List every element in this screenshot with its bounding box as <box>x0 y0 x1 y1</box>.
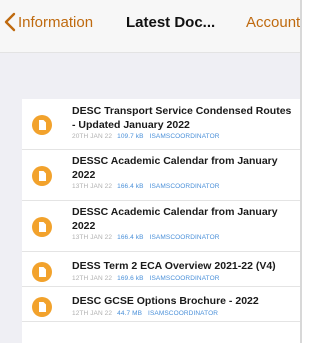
document-title: DESSC Academic Calendar from January 202… <box>72 155 278 181</box>
back-label: Information <box>18 13 94 31</box>
document-size: 166.4 kB <box>117 183 144 190</box>
document-meta: 12TH JAN 22 169.6 kB ISAMSCOORDINATOR <box>72 275 294 282</box>
document-date: 12TH JAN 22 <box>72 309 113 317</box>
chevron-left-icon <box>4 12 16 32</box>
list-item[interactable]: DESSC Academic Calendar from January 202… <box>22 150 300 201</box>
document-author: ISAMSCOORDINATOR <box>149 133 220 140</box>
list-item[interactable]: DESC Transport Service Condensed Routes … <box>22 99 300 150</box>
document-author: ISAMSCOORDINATOR <box>149 234 220 241</box>
document-author: ISAMSCOORDINATOR <box>149 183 220 190</box>
list-item[interactable]: DESS Term 2 ECA Overview 2021-22 (V4) 12… <box>22 252 300 287</box>
document-icon <box>32 115 52 135</box>
document-author: ISAMSCOORDINATOR <box>149 274 220 282</box>
document-size: 109.7 kB <box>117 133 144 140</box>
account-button[interactable]: Account <box>246 14 300 31</box>
document-size: 44.7 MB <box>117 309 143 317</box>
document-icon <box>32 217 52 237</box>
document-title: DESSC Academic Calendar from January 202… <box>72 206 278 232</box>
document-icon <box>32 262 52 282</box>
document-author: ISAMSCOORDINATOR <box>148 309 219 317</box>
document-title: DESC GCSE Options Brochure - 2022 <box>72 295 259 307</box>
document-list: DESC Transport Service Condensed Routes … <box>22 99 300 343</box>
list-item[interactable]: DESC GCSE Options Brochure - 2022 12TH J… <box>22 287 300 322</box>
document-date: 13TH JAN 22 <box>72 234 113 241</box>
document-date: 20TH JAN 22 <box>72 133 113 140</box>
document-size: 166.4 kB <box>117 234 144 241</box>
page-title: Latest Doc... <box>126 14 216 31</box>
document-date: 12TH JAN 22 <box>72 274 113 282</box>
document-meta: 20TH JAN 22 109.7 kB ISAMSCOORDINATOR <box>72 133 294 140</box>
document-date: 13TH JAN 22 <box>72 183 113 190</box>
app-frame: Information Latest Doc... Account DESC T… <box>0 0 302 343</box>
document-meta: 13TH JAN 22 166.4 kB ISAMSCOORDINATOR <box>72 183 294 190</box>
document-title: DESS Term 2 ECA Overview 2021-22 (V4) <box>72 260 276 272</box>
document-meta: 12TH JAN 22 44.7 MB ISAMSCOORDINATOR <box>72 310 294 317</box>
document-icon <box>32 166 52 186</box>
document-icon <box>32 297 52 317</box>
back-button[interactable]: Information <box>4 8 93 36</box>
document-meta: 13TH JAN 22 166.4 kB ISAMSCOORDINATOR <box>72 234 294 241</box>
document-title: DESC Transport Service Condensed Routes … <box>72 105 292 131</box>
document-size: 169.6 kB <box>117 274 144 282</box>
nav-bar: Information Latest Doc... Account <box>0 0 300 53</box>
list-item[interactable]: DESSC Academic Calendar from January 202… <box>22 201 300 252</box>
